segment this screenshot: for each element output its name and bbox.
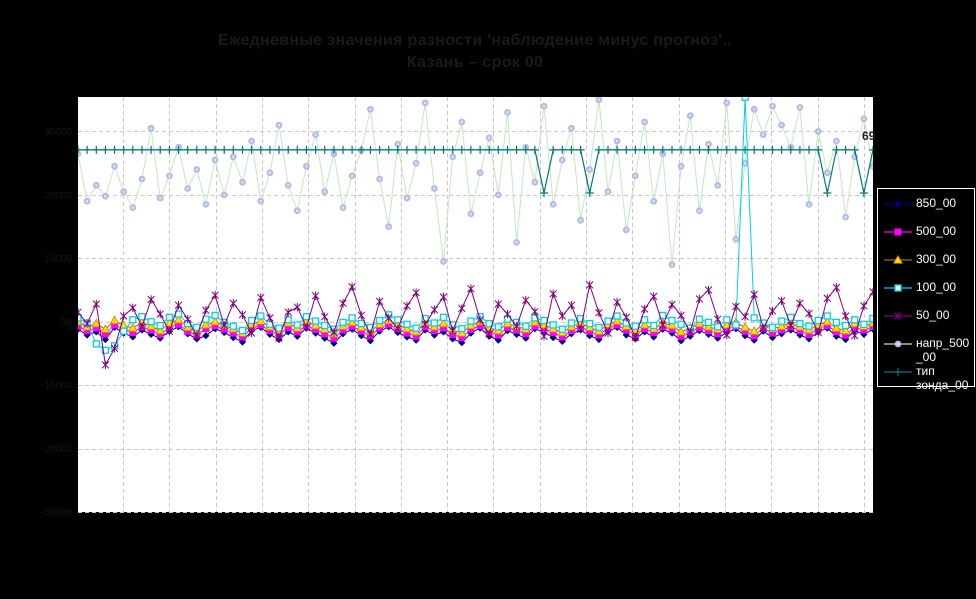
- last-point-value-label: 69: [862, 129, 876, 143]
- legend-label-850_00: 850_00: [916, 196, 957, 210]
- legend-label-напр_500_00: напр_500 _00: [916, 336, 970, 364]
- y-tick-label: 10000: [44, 254, 72, 265]
- y-tick-label: -30000: [41, 508, 73, 519]
- legend-label-100_00: 100_00: [916, 280, 957, 294]
- legend-label-300_00: 300_00: [916, 252, 957, 266]
- legend-label-тип зонда_00: тип зонда_00: [916, 364, 969, 392]
- y-tick-label: 20000: [44, 190, 72, 201]
- y-tick-label: 30000: [44, 127, 72, 138]
- y-tick-label: 00: [61, 317, 73, 328]
- legend-marker-100_00: [884, 284, 912, 292]
- legend-item-500_00: 500_00: [883, 224, 974, 252]
- legend-label-500_00: 500_00: [916, 224, 957, 238]
- legend-label-50_00: 50_00: [916, 308, 950, 322]
- legend-marker-500_00: [884, 228, 912, 236]
- legend-item-тип зонда_00: тип зонда_00: [883, 364, 974, 392]
- legend-item-50_00: 50_00: [883, 308, 974, 336]
- chart-plot: 30000 20000 10000 00 -10000 -20000 -30000 69: [41, 97, 876, 519]
- legend-marker-850_00: [884, 200, 912, 208]
- y-tick-label: -20000: [41, 444, 73, 455]
- legend-marker-50_00: [884, 311, 912, 321]
- y-tick-label: -10000: [41, 381, 73, 392]
- y-axis-labels: 30000 20000 10000 00 -10000 -20000 -30000: [41, 127, 73, 519]
- legend-marker-тип зонда_00: [884, 368, 912, 376]
- chart-window: Ежедневные значения разности 'наблюдение…: [0, 0, 976, 599]
- legend-marker-напр_500_00: [884, 340, 912, 348]
- legend-item-300_00: 300_00: [883, 252, 974, 280]
- legend-item-100_00: 100_00: [883, 280, 974, 308]
- legend-box: 850_00 500_00 300_00 100_00 50_00 напр_500 _0…: [877, 188, 975, 392]
- legend-item-напр_500_00: напр_500 _00: [883, 336, 974, 364]
- legend-marker-300_00: [884, 254, 912, 264]
- legend-item-850_00: 850_00: [883, 196, 974, 224]
